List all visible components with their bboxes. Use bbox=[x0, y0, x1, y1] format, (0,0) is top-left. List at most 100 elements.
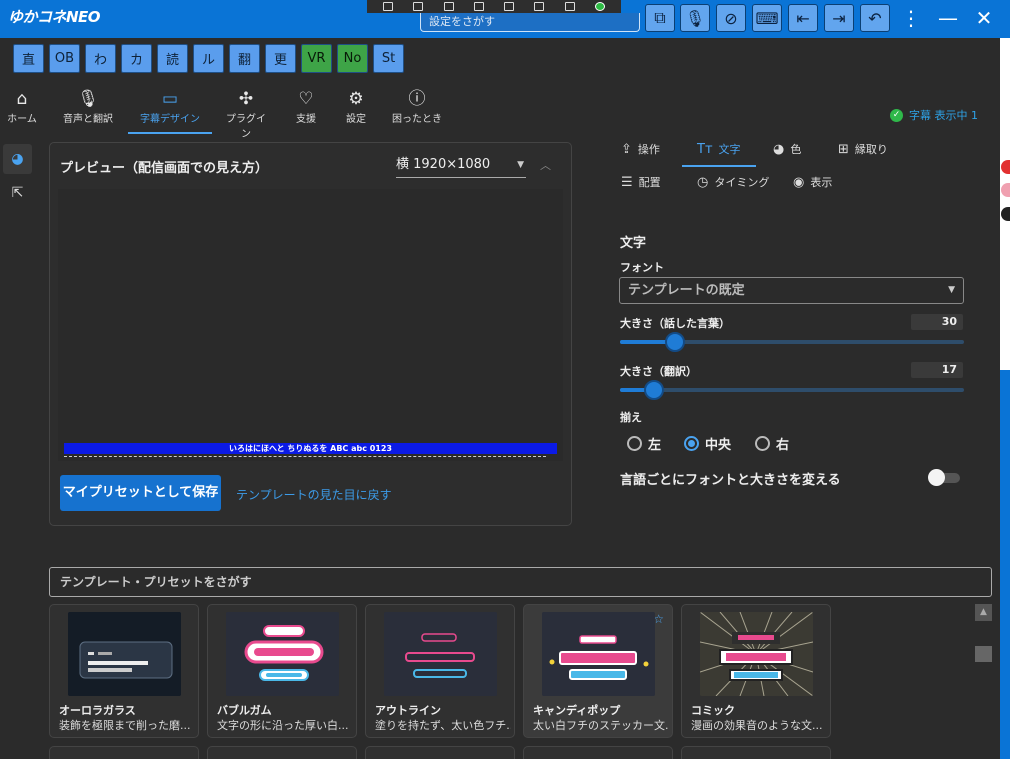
template-card-next[interactable] bbox=[365, 746, 515, 759]
input-left-button[interactable]: ⇤ bbox=[788, 4, 818, 32]
mode-button-ob[interactable]: OB bbox=[49, 44, 80, 73]
pip-button[interactable]: ⧉ bbox=[645, 4, 675, 32]
align-right-radio[interactable]: 右 bbox=[755, 434, 789, 453]
check-icon[interactable] bbox=[594, 2, 605, 11]
orientation-select[interactable]: 横 1920×1080 ▼ bbox=[396, 154, 526, 178]
hand-icon[interactable] bbox=[534, 2, 545, 11]
size-spoken-input[interactable]: 30 bbox=[911, 314, 963, 330]
template-card-candy-pop[interactable]: ☆ キャンディポップ 太い白フチのステッカー文... bbox=[523, 604, 673, 738]
tab-color[interactable]: ◕ 色 bbox=[773, 138, 801, 160]
mode-button-no[interactable]: No bbox=[337, 44, 368, 73]
nav-help[interactable]: ⓘ 困ったとき bbox=[392, 88, 442, 134]
template-card-aurora-glass[interactable]: オーロラガラス 装飾を極限まで削った磨... bbox=[49, 604, 199, 738]
mode-button-translate[interactable]: 翻 bbox=[229, 44, 260, 73]
align-left-radio[interactable]: 左 bbox=[627, 434, 661, 453]
snip-icon[interactable] bbox=[383, 2, 394, 11]
nav-settings[interactable]: ⚙ 設定 bbox=[340, 88, 372, 134]
mode-button-read[interactable]: 読 bbox=[157, 44, 188, 73]
nav-voice-label: 音声と翻訳 bbox=[63, 114, 113, 125]
candy-pop-preview bbox=[542, 612, 655, 696]
tab-layout-label: 配置 bbox=[638, 176, 661, 189]
template-search-input[interactable]: テンプレート・プリセットをさがす bbox=[49, 567, 992, 597]
help-icon: ⓘ bbox=[408, 89, 426, 109]
settings-search-input[interactable]: 設定をさがす bbox=[420, 13, 640, 32]
per-language-toggle[interactable] bbox=[928, 469, 960, 486]
nav-home[interactable]: ⌂ ホーム bbox=[6, 88, 38, 134]
mode-button-ru[interactable]: ル bbox=[193, 44, 224, 73]
font-select[interactable]: テンプレートの既定 ▼ bbox=[619, 277, 964, 304]
tab-text[interactable]: Tт 文字 bbox=[697, 138, 741, 160]
tab-display[interactable]: ◉ 表示 bbox=[793, 171, 832, 193]
size-translation-input[interactable]: 17 bbox=[911, 362, 963, 378]
tab-operation-label: 操作 bbox=[637, 143, 660, 156]
align-center-radio[interactable]: 中央 bbox=[684, 434, 731, 453]
close-button[interactable]: ✕ bbox=[970, 4, 998, 32]
tab-layout[interactable]: ☰ 配置 bbox=[621, 171, 661, 193]
template-card-next[interactable] bbox=[49, 746, 199, 759]
preview-subtitle[interactable]: いろはにほへと ちりぬるを ABC abc 0123 bbox=[64, 443, 557, 454]
size-spoken-label: 大きさ（話した言葉） bbox=[620, 317, 730, 330]
size-spoken-slider[interactable] bbox=[620, 332, 964, 352]
home-icon: ⌂ bbox=[16, 89, 28, 109]
save-preset-button[interactable]: マイプリセットとして保存 bbox=[60, 475, 221, 511]
open-external-icon: ⇱ bbox=[11, 185, 24, 201]
template-card-comic[interactable]: コミック 漫画の効果音のような文... bbox=[681, 604, 831, 738]
minimize-button[interactable]: — bbox=[934, 4, 962, 32]
copy-icon[interactable] bbox=[473, 2, 484, 11]
input-left-icon: ⇤ bbox=[796, 8, 810, 28]
tab-border[interactable]: ⊞ 縁取り bbox=[838, 138, 888, 160]
template-card-next[interactable] bbox=[523, 746, 673, 759]
heart-icon: ♡ bbox=[298, 89, 314, 109]
red-dot-icon bbox=[1001, 160, 1010, 174]
tab-operation[interactable]: ⇪ 操作 bbox=[621, 138, 660, 160]
border-icon: ⊞ bbox=[838, 141, 849, 157]
template-card-next[interactable] bbox=[681, 746, 831, 759]
toggle-knob bbox=[928, 469, 945, 486]
pip-icon: ⧉ bbox=[654, 8, 666, 27]
pink-dot-icon bbox=[1001, 183, 1010, 197]
nav-support-label: 支援 bbox=[296, 114, 316, 125]
bubblegum-preview bbox=[226, 612, 339, 696]
mode-button-direct[interactable]: 直 bbox=[13, 44, 44, 73]
input-right-button[interactable]: ⇥ bbox=[824, 4, 854, 32]
scroll-up-button[interactable]: ▲ bbox=[975, 604, 992, 621]
pointer-icon[interactable] bbox=[504, 2, 515, 11]
mode-button-vr[interactable]: VR bbox=[301, 44, 332, 73]
nav-plugins[interactable]: ✣ プラグイン bbox=[222, 88, 270, 140]
undo-button[interactable]: ↶ bbox=[860, 4, 890, 32]
slider-knob[interactable] bbox=[644, 380, 664, 400]
caret-down-icon: ▼ bbox=[517, 160, 524, 170]
pointer-icon[interactable] bbox=[443, 2, 454, 11]
nav-voice-translate[interactable]: 🎙 音声と翻訳 bbox=[57, 88, 119, 134]
size-translation-slider[interactable] bbox=[620, 380, 964, 400]
template-card-bubblegum[interactable]: バブルガム 文字の形に沿った厚い白... bbox=[207, 604, 357, 738]
slider-knob[interactable] bbox=[665, 332, 685, 352]
rail-external[interactable]: ⇱ bbox=[3, 178, 32, 208]
nav-home-label: ホーム bbox=[7, 114, 37, 125]
nav-subtitle-design[interactable]: ▭ 字幕デザイン bbox=[128, 88, 212, 134]
mic-off-button[interactable]: ⊘ bbox=[716, 4, 746, 32]
chevron-up-icon[interactable]: ︿ bbox=[540, 157, 551, 173]
mode-button-wa[interactable]: わ bbox=[85, 44, 116, 73]
keyboard-button[interactable]: ⌨ bbox=[752, 4, 782, 32]
mic-button[interactable]: 🎙 bbox=[680, 4, 710, 32]
tab-timing[interactable]: ◷ タイミング bbox=[697, 171, 769, 193]
mode-button-update[interactable]: 更 bbox=[265, 44, 296, 73]
more-button[interactable]: ⋮ bbox=[897, 4, 925, 32]
rail-design[interactable]: ◕ bbox=[3, 144, 32, 174]
nav-support[interactable]: ♡ 支援 bbox=[290, 88, 322, 134]
share-icon: ⇪ bbox=[621, 141, 632, 157]
scrollbar-thumb[interactable] bbox=[975, 646, 992, 662]
template-card-outline[interactable]: アウトライン 塗りを持たず、太い色フチ... bbox=[365, 604, 515, 738]
radio-circle bbox=[684, 436, 699, 451]
nav-settings-label: 設定 bbox=[346, 114, 366, 125]
window-icon[interactable] bbox=[413, 2, 424, 11]
template-card-next[interactable] bbox=[207, 746, 357, 759]
reset-template-link[interactable]: テンプレートの見た目に戻す bbox=[236, 486, 392, 503]
tab-indicator bbox=[682, 165, 756, 167]
accessibility-icon[interactable] bbox=[564, 2, 575, 11]
mode-button-st[interactable]: St bbox=[373, 44, 404, 73]
mode-button-ka[interactable]: カ bbox=[121, 44, 152, 73]
black-dot-icon bbox=[1001, 207, 1010, 221]
orientation-value: 横 1920×1080 bbox=[396, 157, 491, 172]
